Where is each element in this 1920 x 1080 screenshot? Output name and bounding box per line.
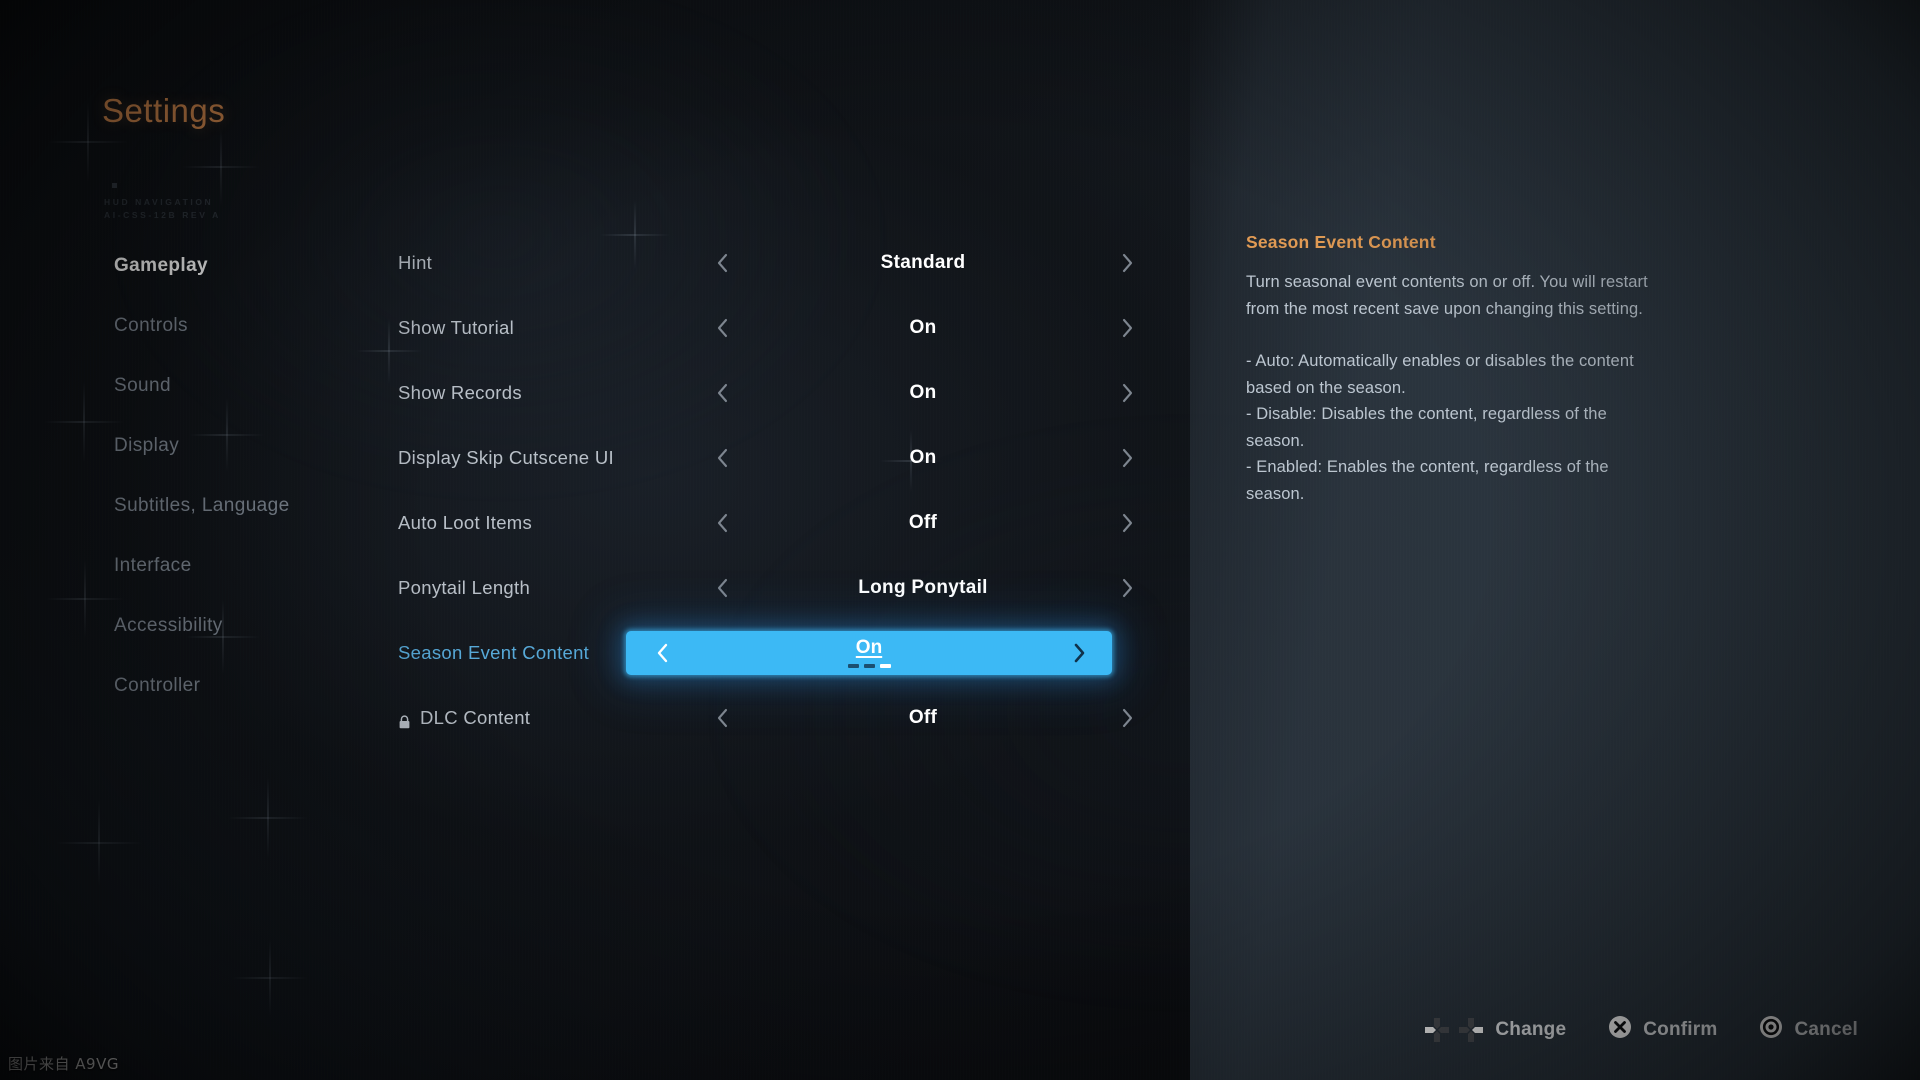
screen-vignette bbox=[0, 0, 1920, 1080]
